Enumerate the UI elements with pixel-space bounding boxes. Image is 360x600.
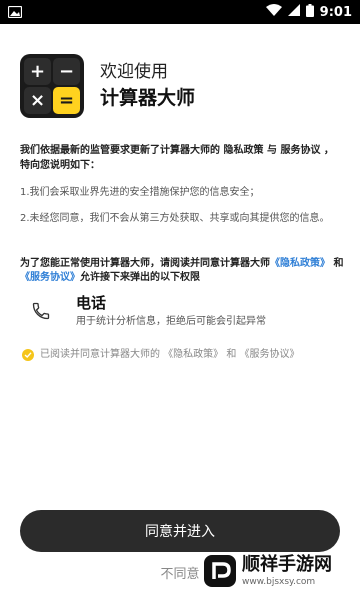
welcome-text: 欢迎使用	[100, 62, 168, 82]
battery-icon	[305, 3, 314, 21]
status-time: 9:01	[319, 4, 352, 20]
permission-phone-card: 电话 用于统计分析信息，拒绝后可能会引起异常	[20, 287, 340, 335]
multiply-icon: ×	[24, 87, 51, 114]
permission-description: 用于统计分析信息，拒绝后可能会引起异常	[76, 316, 266, 327]
wifi-icon	[265, 4, 282, 20]
permission-intro-prefix: 为了您能正常使用计算器大师，请阅读并同意计算器大师	[20, 258, 270, 269]
agree-and-enter-button[interactable]: 同意并进入	[20, 510, 340, 552]
permission-intro-and: 和	[330, 258, 344, 269]
calculator-logo-icon: + − × =	[20, 54, 84, 118]
consent-checkbox-row[interactable]: 已阅读并同意计算器大师的 《隐私政策》 和 《服务协议》	[22, 348, 300, 362]
app-name: 计算器大师	[100, 87, 196, 109]
equals-icon: =	[53, 87, 80, 114]
image-notification-icon	[7, 3, 23, 22]
permission-intro: 为了您能正常使用计算器大师，请阅读并同意计算器大师《隐私政策》 和 《服务协议》…	[20, 257, 350, 285]
point-security: 1.我们会采取业界先进的安全措施保护您的信息安全；	[20, 187, 260, 198]
plus-icon: +	[24, 58, 51, 85]
phone-icon	[20, 287, 62, 335]
permission-title: 电话	[76, 294, 107, 312]
status-bar: 9:01	[0, 0, 360, 24]
point-no-sharing: 2.未经您同意，我们不会从第三方处获取、共享或向其提供您的信息。	[20, 213, 330, 224]
watermark: 顺祥手游网 www.bjsxsy.com	[202, 548, 354, 594]
signal-icon	[287, 4, 300, 20]
minus-icon: −	[53, 58, 80, 85]
consent-text: 已阅读并同意计算器大师的 《隐私政策》 和 《服务协议》	[40, 349, 300, 360]
privacy-policy-link[interactable]: 《隐私政策》	[270, 258, 330, 269]
app-header: + − × = 欢迎使用 计算器大师	[20, 54, 195, 118]
update-notice: 我们依据最新的监管要求更新了计算器大师的 隐私政策 与 服务协议 ，特向您说明如…	[20, 145, 334, 171]
permission-intro-suffix: 允许接下来弹出的以下权限	[80, 272, 200, 283]
watermark-logo-icon	[202, 553, 238, 589]
service-agreement-link[interactable]: 《服务协议》	[20, 272, 80, 283]
watermark-url: www.bjsxsy.com	[242, 577, 316, 587]
checkmark-icon[interactable]	[22, 349, 34, 361]
watermark-title: 顺祥手游网	[242, 554, 332, 575]
